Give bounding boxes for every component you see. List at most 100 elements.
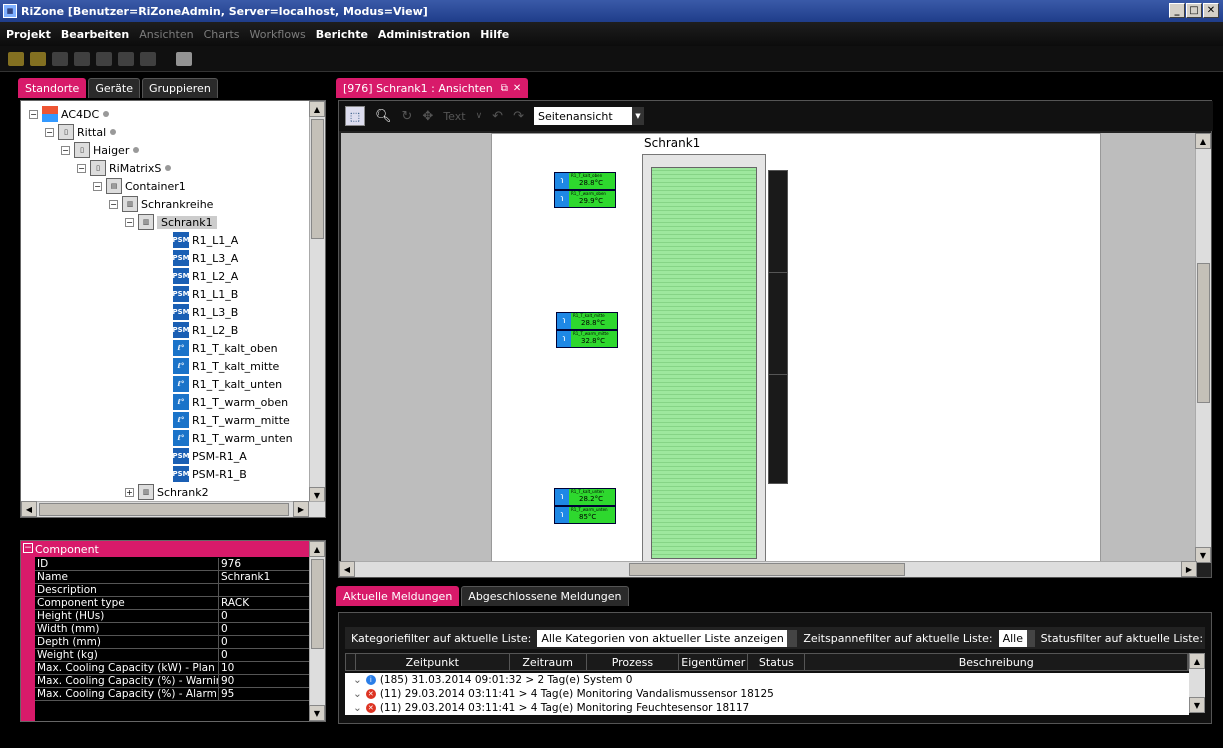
properties-scrollbar[interactable]: ▲ ▼ <box>309 541 325 721</box>
tab-standorte[interactable]: Standorte <box>18 78 87 98</box>
tree-item[interactable]: − ▥ Schrankreihe <box>109 195 213 213</box>
menu-charts[interactable]: Charts <box>204 28 240 41</box>
property-row[interactable]: Max. Cooling Capacity (%) - Alarm 95 <box>35 688 311 701</box>
property-row[interactable]: Depth (mm) 0 <box>35 636 311 649</box>
sensor-widget[interactable]: ℩ R1_T_warm_mitte 32.8°C <box>556 330 618 348</box>
move-icon[interactable]: ✥ <box>422 109 433 124</box>
menu-administration[interactable]: Administration <box>378 28 470 41</box>
column-header[interactable]: Zeitraum <box>510 654 587 670</box>
expand-toggle-icon[interactable]: + <box>125 487 134 497</box>
tree-item[interactable]: − ▯ RiMatrixS <box>77 159 172 177</box>
pdu-strip[interactable] <box>768 374 788 484</box>
close-icon[interactable]: ✕ <box>513 83 521 94</box>
scroll-right-button[interactable]: ▶ <box>293 501 309 517</box>
text-tool-button[interactable]: Text <box>443 110 465 123</box>
tree-item[interactable]: PSM PSM-R1_B <box>172 465 247 483</box>
property-row[interactable]: Weight (kg) 0 <box>35 649 311 662</box>
tree-item[interactable]: PSM R1_L2_A <box>172 267 238 285</box>
sensor-widget[interactable]: ℩ R1_T_kalt_mitte 28.8°C <box>556 312 618 330</box>
pdu-strip[interactable] <box>768 170 788 280</box>
sensor-widget[interactable]: ℩ R1_T_warm_unten 85°C <box>554 506 616 524</box>
property-value[interactable]: 95 <box>219 688 311 701</box>
menu-bearbeiten[interactable]: Bearbeiten <box>61 28 129 41</box>
tree-item[interactable]: ℓ° R1_T_warm_unten <box>173 429 293 447</box>
tree-item[interactable]: PSM R1_L1_B <box>172 285 238 303</box>
canvas-vertical-scrollbar[interactable]: ▲ ▼ <box>1195 133 1211 563</box>
column-header[interactable]: Prozess <box>587 654 680 670</box>
property-value[interactable]: 10 <box>219 662 311 675</box>
scroll-up-button[interactable]: ▲ <box>309 101 325 117</box>
close-button[interactable]: ✕ <box>1203 3 1219 18</box>
undo-icon[interactable]: ↶ <box>492 109 503 124</box>
menu-hilfe[interactable]: Hilfe <box>480 28 509 41</box>
property-row[interactable]: Description <box>35 584 311 597</box>
property-row[interactable]: Max. Cooling Capacity (%) - Warning 90 <box>35 675 311 688</box>
chevron-down-icon[interactable]: ⌄ <box>353 688 362 700</box>
pdu-strip[interactable] <box>768 272 788 382</box>
tree-horizontal-scrollbar[interactable]: ◀ ▶ <box>21 501 325 517</box>
tab-geräte[interactable]: Geräte <box>88 78 140 98</box>
expand-toggle-icon[interactable]: − <box>61 145 70 155</box>
column-header[interactable]: Status <box>748 654 806 670</box>
tree-item[interactable]: PSM R1_L3_A <box>172 249 238 267</box>
message-row[interactable]: ⌄ ✕ (11) 29.03.2014 03:11:41 > 4 Tag(e) Mo… <box>345 701 1189 715</box>
property-row[interactable]: Height (HUs) 0 <box>35 610 311 623</box>
property-value[interactable]: RACK <box>219 597 311 610</box>
save-icon[interactable] <box>52 51 68 66</box>
tool-icon[interactable] <box>118 51 134 66</box>
tool-icon[interactable] <box>74 51 90 66</box>
property-value[interactable]: 90 <box>219 675 311 688</box>
tree-item[interactable]: PSM PSM-R1_A <box>172 447 247 465</box>
property-value[interactable]: Schrank1 <box>219 571 311 584</box>
expand-toggle-icon[interactable]: − <box>93 181 102 191</box>
tree-item[interactable]: PSM R1_L1_A <box>172 231 238 249</box>
scroll-thumb[interactable] <box>1197 263 1210 403</box>
user-icon[interactable] <box>140 51 156 66</box>
zoom-icon[interactable]: 🔍︎ <box>375 109 392 124</box>
select-tool-icon[interactable]: ⬚ <box>345 106 365 126</box>
scroll-thumb[interactable] <box>311 559 324 649</box>
scroll-up-button[interactable]: ▲ <box>1189 653 1205 669</box>
scroll-up-button[interactable]: ▲ <box>1195 133 1211 149</box>
scroll-up-button[interactable]: ▲ <box>309 541 325 557</box>
new-icon[interactable] <box>8 51 24 66</box>
tree-item[interactable]: ℓ° R1_T_warm_mitte <box>173 411 290 429</box>
scroll-down-button[interactable]: ▼ <box>1189 697 1205 713</box>
message-row[interactable]: ⌄ ✕ (11) 29.03.2014 03:11:41 > 4 Tag(e) Mo… <box>345 687 1189 701</box>
scroll-left-button[interactable]: ◀ <box>339 561 355 577</box>
property-value[interactable]: 0 <box>219 610 311 623</box>
property-row[interactable]: ID 976 <box>35 558 311 571</box>
tree-item[interactable]: ℓ° R1_T_kalt_unten <box>173 375 282 393</box>
maximize-button[interactable]: □ <box>1186 3 1202 18</box>
tree-item[interactable]: ℓ° R1_T_kalt_oben <box>173 339 278 357</box>
minimize-button[interactable]: _ <box>1169 3 1185 18</box>
tab-current-messages[interactable]: Aktuelle Meldungen <box>336 586 460 606</box>
expand-toggle-icon[interactable]: − <box>29 109 38 119</box>
property-row[interactable]: Name Schrank1 <box>35 571 311 584</box>
tree-item[interactable]: PSM R1_L3_B <box>172 303 238 321</box>
sensor-widget[interactable]: ℩ R1_T_kalt_oben 28.8°C <box>554 172 616 190</box>
scroll-left-button[interactable]: ◀ <box>21 501 37 517</box>
tree-item[interactable]: + ▥ Schrank2 <box>125 483 209 501</box>
tree-vertical-scrollbar[interactable]: ▲ ▼ <box>309 101 325 503</box>
column-header[interactable]: Eigentümer <box>679 654 749 670</box>
scroll-down-button[interactable]: ▼ <box>309 705 325 721</box>
refresh-icon[interactable]: ↻ <box>402 109 413 124</box>
menu-berichte[interactable]: Berichte <box>316 28 368 41</box>
property-value[interactable]: 0 <box>219 636 311 649</box>
messages-scrollbar[interactable]: ▲ ▼ <box>1189 653 1205 713</box>
chevron-down-icon[interactable]: ⌄ <box>353 702 362 714</box>
message-row[interactable]: ⌄ i (185) 31.03.2014 09:01:32 > 2 Tag(e) S… <box>345 673 1189 687</box>
export-icon[interactable] <box>176 51 192 66</box>
tab-gruppieren[interactable]: Gruppieren <box>141 78 218 98</box>
tree-item[interactable]: ℓ° R1_T_kalt_mitte <box>173 357 279 375</box>
canvas-horizontal-scrollbar[interactable]: ◀ ▶ <box>339 561 1197 577</box>
property-row[interactable]: Max. Cooling Capacity (kW) - Plan 10 <box>35 662 311 675</box>
sensor-widget[interactable]: ℩ R1_T_kalt_unten 28.2°C <box>554 488 616 506</box>
scroll-thumb[interactable] <box>39 503 289 516</box>
property-value[interactable] <box>219 584 311 597</box>
menu-workflows[interactable]: Workflows <box>250 28 306 41</box>
property-value[interactable]: 0 <box>219 623 311 636</box>
redo-icon[interactable]: ↷ <box>513 109 524 124</box>
property-row[interactable]: Component type RACK <box>35 597 311 610</box>
